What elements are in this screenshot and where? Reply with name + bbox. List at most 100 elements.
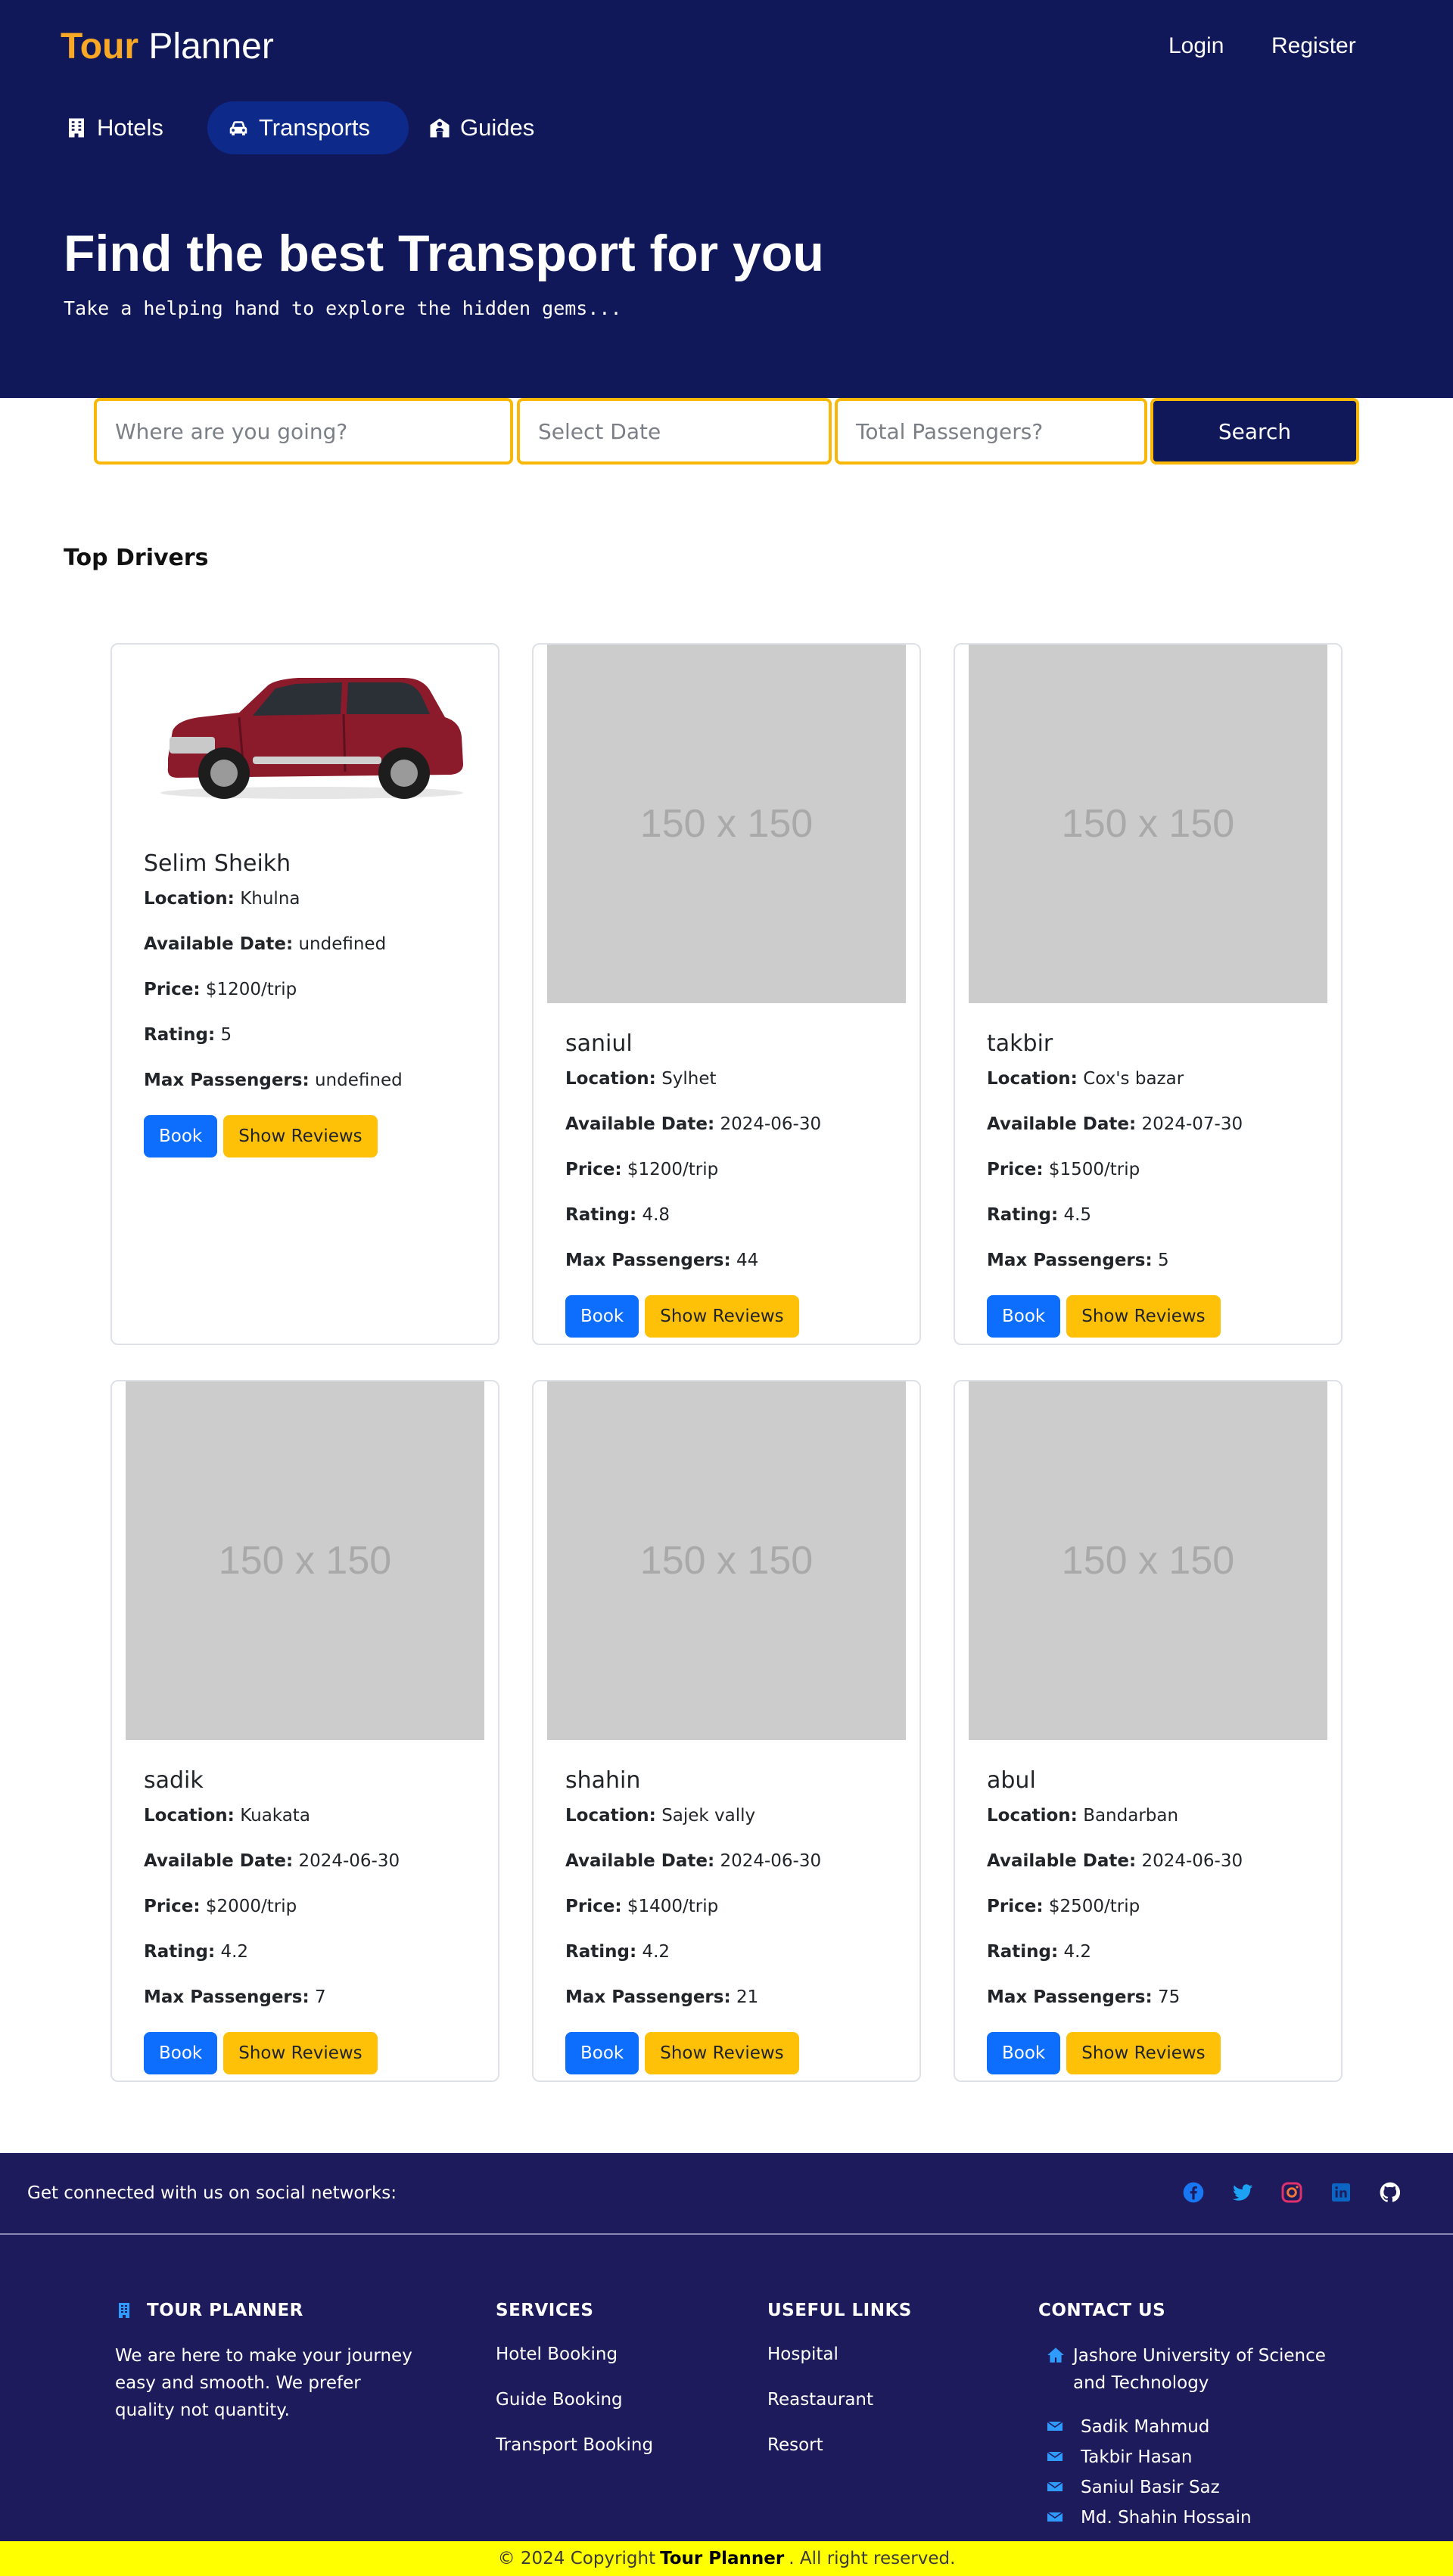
driver-available-date: Available Date: 2024-07-30 xyxy=(987,1114,1243,1134)
book-button[interactable]: Book xyxy=(987,2032,1061,2074)
driver-location: Location: Sylhet xyxy=(565,1069,717,1089)
placeholder-image: 150 x 150 xyxy=(969,1381,1327,1740)
driver-available-date: Available Date: 2024-06-30 xyxy=(565,1114,822,1134)
guide-icon xyxy=(430,118,450,138)
driver-price: Price: $1200/trip xyxy=(565,1160,719,1179)
show-reviews-button[interactable]: Show Reviews xyxy=(1066,1295,1221,1338)
contact-person: Sadik Mahmud xyxy=(1038,2413,1326,2444)
footer-divider xyxy=(0,2233,1453,2235)
book-button[interactable]: Book xyxy=(987,1295,1061,1338)
brand-logo[interactable]: Tour Planner xyxy=(61,26,274,67)
driver-rating: Rating: 4.8 xyxy=(565,1205,670,1225)
instagram-icon[interactable] xyxy=(1280,2180,1304,2205)
envelope-icon xyxy=(1047,2451,1063,2461)
driver-price: Price: $1500/trip xyxy=(987,1160,1140,1179)
facebook-icon[interactable] xyxy=(1181,2180,1206,2205)
footer-services-title: SERVICES xyxy=(496,2301,594,2320)
car-photo xyxy=(160,678,463,799)
copyright-prefix: © 2024 Copyright xyxy=(497,2549,656,2568)
show-reviews-button[interactable]: Show Reviews xyxy=(223,1115,378,1157)
book-button[interactable]: Book xyxy=(144,1115,218,1157)
copyright-brand: Tour Planner xyxy=(660,2549,785,2568)
driver-name: Selim Sheikh xyxy=(144,850,291,877)
driver-max-passengers: Max Passengers: 21 xyxy=(565,1987,759,2007)
footer-link-hotel-booking[interactable]: Hotel Booking xyxy=(496,2332,723,2377)
driver-rating: Rating: 4.2 xyxy=(144,1942,249,1962)
envelope-icon xyxy=(1047,2512,1063,2522)
twitter-icon[interactable] xyxy=(1231,2180,1255,2205)
driver-available-date: Available Date: 2024-06-30 xyxy=(987,1851,1243,1871)
header: Tour Planner Login Register Hotels Trans… xyxy=(0,0,1453,398)
show-reviews-button[interactable]: Show Reviews xyxy=(645,2032,799,2074)
envelope-icon xyxy=(1047,2481,1063,2491)
footer-links-title: USEFUL LINKS xyxy=(767,2301,912,2320)
page-title: Find the best Transport for you xyxy=(64,225,824,282)
driver-name: saniul xyxy=(565,1030,633,1057)
tab-hotels[interactable]: Hotels xyxy=(65,101,163,154)
register-link[interactable]: Register xyxy=(1271,33,1356,59)
driver-card: 150 x 150 abul Location: Bandarban Availabl… xyxy=(954,1380,1343,2082)
driver-max-passengers: Max Passengers: undefined xyxy=(144,1070,403,1090)
show-reviews-button[interactable]: Show Reviews xyxy=(645,1295,799,1338)
show-reviews-button[interactable]: Show Reviews xyxy=(1066,2032,1221,2074)
login-link[interactable]: Login xyxy=(1168,33,1224,59)
contact-person: Md. Shahin Hossain xyxy=(1038,2504,1326,2534)
search-button[interactable]: Search xyxy=(1150,398,1359,465)
section-title: Top Drivers xyxy=(64,545,209,571)
contact-person: Takbir Hasan xyxy=(1038,2444,1326,2474)
destination-input[interactable]: Where are you going? xyxy=(94,398,513,465)
driver-rating: Rating: 5 xyxy=(144,1025,232,1045)
book-button[interactable]: Book xyxy=(144,2032,218,2074)
driver-max-passengers: Max Passengers: 5 xyxy=(987,1251,1169,1270)
book-button[interactable]: Book xyxy=(565,1295,639,1338)
footer-link-resort[interactable]: Resort xyxy=(767,2422,994,2468)
driver-card: 150 x 150 takbir Location: Cox's bazar Avai… xyxy=(954,643,1343,1345)
driver-location: Location: Bandarban xyxy=(987,1806,1179,1826)
contact-name: Sadik Mahmud xyxy=(1081,2417,1210,2437)
contact-person: Saniul Basir Saz xyxy=(1038,2474,1326,2504)
brand-rest: Planner xyxy=(138,26,274,67)
tab-guides[interactable]: Guides xyxy=(428,101,534,154)
copyright-suffix: . All right reserved. xyxy=(789,2549,956,2568)
driver-name: abul xyxy=(987,1767,1036,1794)
footer-about: TOUR PLANNER We are here to make your jo… xyxy=(115,2289,418,2424)
driver-max-passengers: Max Passengers: 44 xyxy=(565,1251,759,1270)
driver-price: Price: $1400/trip xyxy=(565,1897,719,1916)
date-input[interactable]: Select Date xyxy=(517,398,832,465)
footer-services: SERVICES Hotel Booking Guide Booking Tra… xyxy=(496,2289,723,2468)
building-icon xyxy=(119,2303,129,2318)
hotel-icon xyxy=(69,118,84,138)
contact-name: Saniul Basir Saz xyxy=(1081,2478,1220,2497)
contact-address: Jashore University of Science and Techno… xyxy=(1038,2342,1326,2397)
passengers-input[interactable]: Total Passengers? xyxy=(835,398,1147,465)
footer-link-guide-booking[interactable]: Guide Booking xyxy=(496,2377,723,2422)
driver-card: Selim Sheikh Location: Khulna Available Da… xyxy=(110,643,499,1345)
footer-link-transport-booking[interactable]: Transport Booking xyxy=(496,2422,723,2468)
placeholder-image: 150 x 150 xyxy=(547,1381,906,1740)
footer-link-hospital[interactable]: Hospital xyxy=(767,2332,994,2377)
placeholder-image: 150 x 150 xyxy=(969,645,1327,1003)
driver-card: 150 x 150 shahin Location: Sajek vally Avai… xyxy=(532,1380,921,2082)
contact-name: Md. Shahin Hossain xyxy=(1081,2508,1252,2528)
brand-accent: Tour xyxy=(61,26,139,67)
placeholder-image: 150 x 150 xyxy=(126,1381,484,1740)
book-button[interactable]: Book xyxy=(565,2032,639,2074)
driver-name: takbir xyxy=(987,1030,1053,1057)
show-reviews-button[interactable]: Show Reviews xyxy=(223,2032,378,2074)
copyright-bar: © 2024 Copyright Tour Planner . All righ… xyxy=(0,2541,1453,2576)
placeholder-image: 150 x 150 xyxy=(547,645,906,1003)
tab-transports[interactable]: Transports xyxy=(207,101,409,154)
driver-name: shahin xyxy=(565,1767,641,1794)
driver-price: Price: $2500/trip xyxy=(987,1897,1140,1916)
driver-rating: Rating: 4.2 xyxy=(565,1942,670,1962)
github-icon[interactable] xyxy=(1378,2180,1402,2205)
footer-useful-links: USEFUL LINKS Hospital Reastaurant Resort xyxy=(767,2289,994,2468)
driver-max-passengers: Max Passengers: 7 xyxy=(144,1987,326,2007)
linkedin-icon[interactable] xyxy=(1329,2180,1353,2205)
page-subtitle: Take a helping hand to explore the hidde… xyxy=(64,297,622,319)
footer-contact: CONTACT US Jashore University of Science… xyxy=(1038,2289,1326,2534)
driver-available-date: Available Date: 2024-06-30 xyxy=(144,1851,400,1871)
contact-name: Takbir Hasan xyxy=(1081,2447,1193,2467)
contact-list: Sadik Mahmud Takbir Hasan Saniul Basir Saz… xyxy=(1038,2413,1326,2534)
footer-link-restaurant[interactable]: Reastaurant xyxy=(767,2377,994,2422)
